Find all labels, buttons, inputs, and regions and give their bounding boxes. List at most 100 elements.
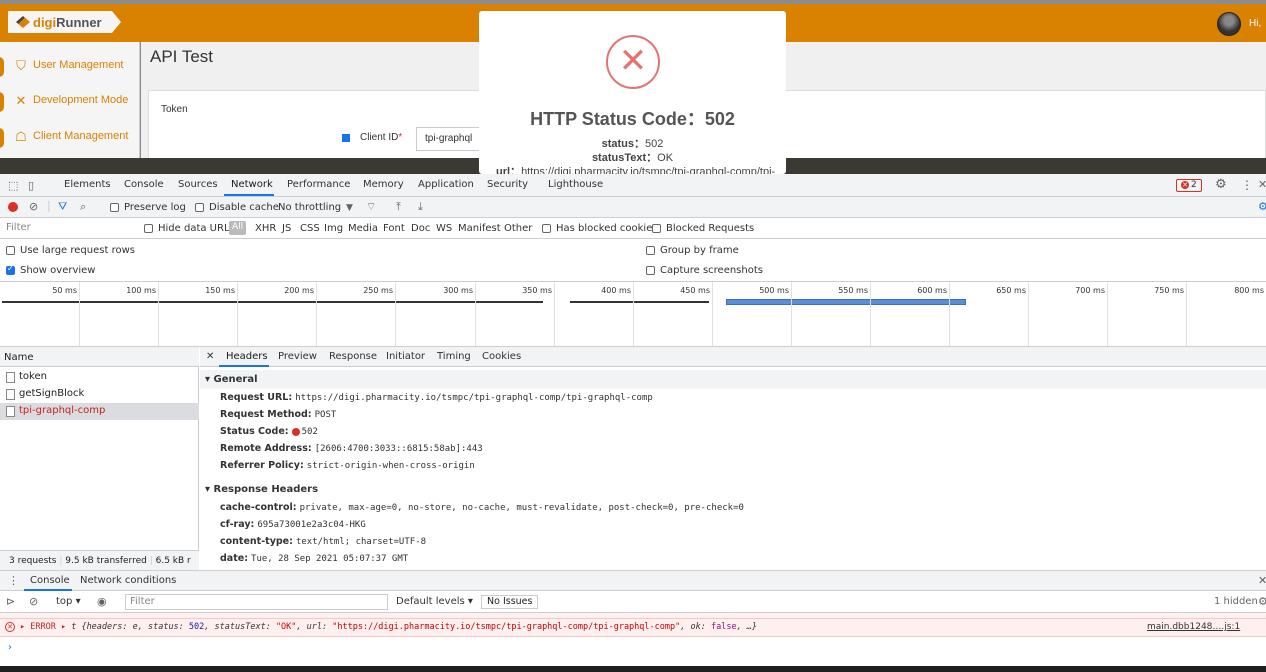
timeline-gridline [554, 282, 555, 346]
tab-network[interactable]: Network [231, 179, 273, 190]
token-label: Token [161, 104, 188, 115]
digirunner-logo[interactable]: digi Runner [8, 11, 121, 33]
more-vertical-icon[interactable]: ⋮ [1241, 179, 1253, 191]
filter-type-other[interactable]: Other [504, 223, 532, 234]
close-icon[interactable]: ✕ [1258, 179, 1266, 191]
large-rows-label: Use large request rows [20, 245, 135, 256]
tab-cookies[interactable]: Cookies [482, 351, 521, 362]
tab-initiator[interactable]: Initiator [386, 351, 425, 362]
sidebar-item-label: Client Management [33, 130, 129, 142]
large-rows-checkbox[interactable] [6, 246, 15, 255]
error-statustext: "OK" [275, 622, 297, 632]
filter-type-js[interactable]: JS [282, 223, 291, 234]
tab-application[interactable]: Application [418, 179, 474, 190]
drawer-tab-console[interactable]: Console [30, 575, 70, 586]
filter-type-xhr[interactable]: XHR [255, 223, 276, 234]
filter-type-media[interactable]: Media [348, 223, 378, 234]
gear-icon[interactable]: ⚙ [1215, 178, 1227, 191]
close-drawer-icon[interactable]: ✕ [1258, 575, 1266, 587]
network-filter-input[interactable]: Filter [3, 221, 134, 236]
tab-response[interactable]: Response [329, 351, 377, 362]
general-section-header[interactable]: ▾ General [200, 370, 1266, 389]
tab-lighthouse[interactable]: Lighthouse [548, 179, 603, 190]
filter-icon[interactable]: ⛛ [58, 201, 67, 213]
record-icon[interactable] [8, 202, 18, 212]
detail-tabbar: ✕ Headers Preview Response Initiator Tim… [200, 347, 1266, 367]
transferred-size: 9.5 kB transferred [65, 556, 147, 566]
modal-url-key: url： [496, 166, 522, 174]
filter-type-img[interactable]: Img [324, 223, 343, 234]
log-levels-select[interactable]: Default levels ▾ [396, 596, 473, 607]
close-detail-icon[interactable]: ✕ [206, 351, 214, 362]
tab-elements[interactable]: Elements [64, 179, 111, 190]
console-settings-icon[interactable]: ⚙ [1258, 596, 1266, 608]
export-har-icon[interactable]: ⤓ [418, 201, 423, 213]
import-har-icon[interactable]: ⤒ [396, 201, 401, 213]
timeline-tick-label: 700 ms [1075, 286, 1105, 295]
network-conditions-icon[interactable]: ⌔ [366, 201, 376, 213]
request-row-getsignblock[interactable]: getSignBlock [0, 386, 199, 403]
tab-preview[interactable]: Preview [278, 351, 317, 362]
filter-type-manifest[interactable]: Manifest [458, 223, 501, 234]
preserve-log-checkbox[interactable] [110, 203, 119, 212]
has-blocked-cookies-checkbox[interactable] [542, 224, 551, 233]
tab-timing[interactable]: Timing [437, 351, 471, 362]
timeline-gridline [1107, 282, 1108, 346]
drawer-tab-network-conditions[interactable]: Network conditions [80, 575, 176, 586]
network-settings-icon[interactable]: ⚙ [1258, 201, 1266, 213]
name-column-header[interactable]: Name [0, 347, 199, 367]
sidebar-item-client-management[interactable]: ☖ Client Management [0, 120, 140, 154]
timeline-gridline [316, 282, 317, 346]
response-headers-section-header[interactable]: ▾ Response Headers [200, 480, 1266, 499]
header-remote-address: Remote Address: [2606:4700:3033::6815:58… [220, 443, 483, 454]
error-text: , ok: [680, 622, 711, 632]
error-url: "https://digi.pharmacity.io/tsmpc/tpi-gr… [332, 622, 681, 632]
blocked-requests-checkbox[interactable] [652, 224, 661, 233]
filter-type-ws[interactable]: WS [436, 223, 452, 234]
device-toolbar-icon[interactable]: ▯ [28, 180, 34, 192]
filter-type-css[interactable]: CSS [300, 223, 320, 234]
header-value: strict-origin-when-cross-origin [306, 461, 475, 471]
filter-type-font[interactable]: Font [383, 223, 405, 234]
console-error-line[interactable]: ✕ ▸ ERROR ▸ t {headers: e, status: 502, … [0, 619, 1266, 637]
clear-console-icon[interactable]: ⊘ [29, 596, 38, 608]
inspect-element-icon[interactable]: ⬚ [8, 180, 18, 192]
tab-sources[interactable]: Sources [178, 179, 218, 190]
console-prompt-icon[interactable]: › [8, 642, 12, 653]
console-filter-input[interactable]: Filter [125, 594, 388, 610]
user-avatar[interactable] [1217, 12, 1241, 36]
tab-performance[interactable]: Performance [287, 179, 350, 190]
header-key: Referrer Policy: [220, 460, 304, 471]
tab-headers[interactable]: Headers [226, 351, 268, 362]
filter-type-all[interactable]: All [229, 221, 247, 235]
error-source-link[interactable]: main.dbb1248….js:1 [1147, 622, 1240, 632]
clear-icon[interactable]: ⊘ [29, 201, 38, 213]
error-count-badge[interactable]: ✕ 2 [1176, 179, 1202, 192]
error-status: 502 [188, 622, 205, 632]
issues-button[interactable]: No Issues [481, 595, 539, 609]
show-overview-checkbox[interactable] [6, 264, 15, 275]
tab-security[interactable]: Security [487, 179, 528, 190]
client-id-checkbox[interactable] [342, 134, 350, 142]
throttling-select[interactable]: No throttling [278, 202, 341, 213]
error-text: , …} [736, 622, 758, 632]
sidebar-item-user-management[interactable]: ⛉ User Management [0, 49, 140, 83]
group-by-frame-checkbox[interactable] [646, 246, 655, 255]
sidebar-item-development-mode[interactable]: ✕ Development Mode [0, 84, 140, 118]
filter-type-doc[interactable]: Doc [411, 223, 430, 234]
context-select[interactable]: top ▾ [56, 596, 81, 607]
network-overview-timeline[interactable]: 50 ms 100 ms 150 ms 200 ms 250 ms 300 ms 350 m… [0, 282, 1266, 347]
request-row-token[interactable]: token [0, 369, 199, 386]
disable-cache-checkbox[interactable] [195, 203, 204, 212]
request-row-tpi-graphql-comp[interactable]: tpi-graphql-comp [0, 403, 199, 420]
hide-data-urls-checkbox[interactable] [144, 224, 153, 233]
capture-screenshots-checkbox[interactable] [646, 266, 655, 275]
sitemap-icon: ☖ [15, 129, 27, 144]
eye-icon[interactable]: ◉ [97, 596, 107, 608]
drawer-menu-icon[interactable]: ⋮ [8, 575, 19, 587]
tab-memory[interactable]: Memory [363, 179, 404, 190]
search-icon[interactable]: ⌕ [80, 201, 86, 213]
console-sidebar-icon[interactable]: ⊳ [6, 596, 15, 608]
chevron-down-icon[interactable]: ▼ [346, 202, 353, 214]
tab-console[interactable]: Console [124, 179, 164, 190]
